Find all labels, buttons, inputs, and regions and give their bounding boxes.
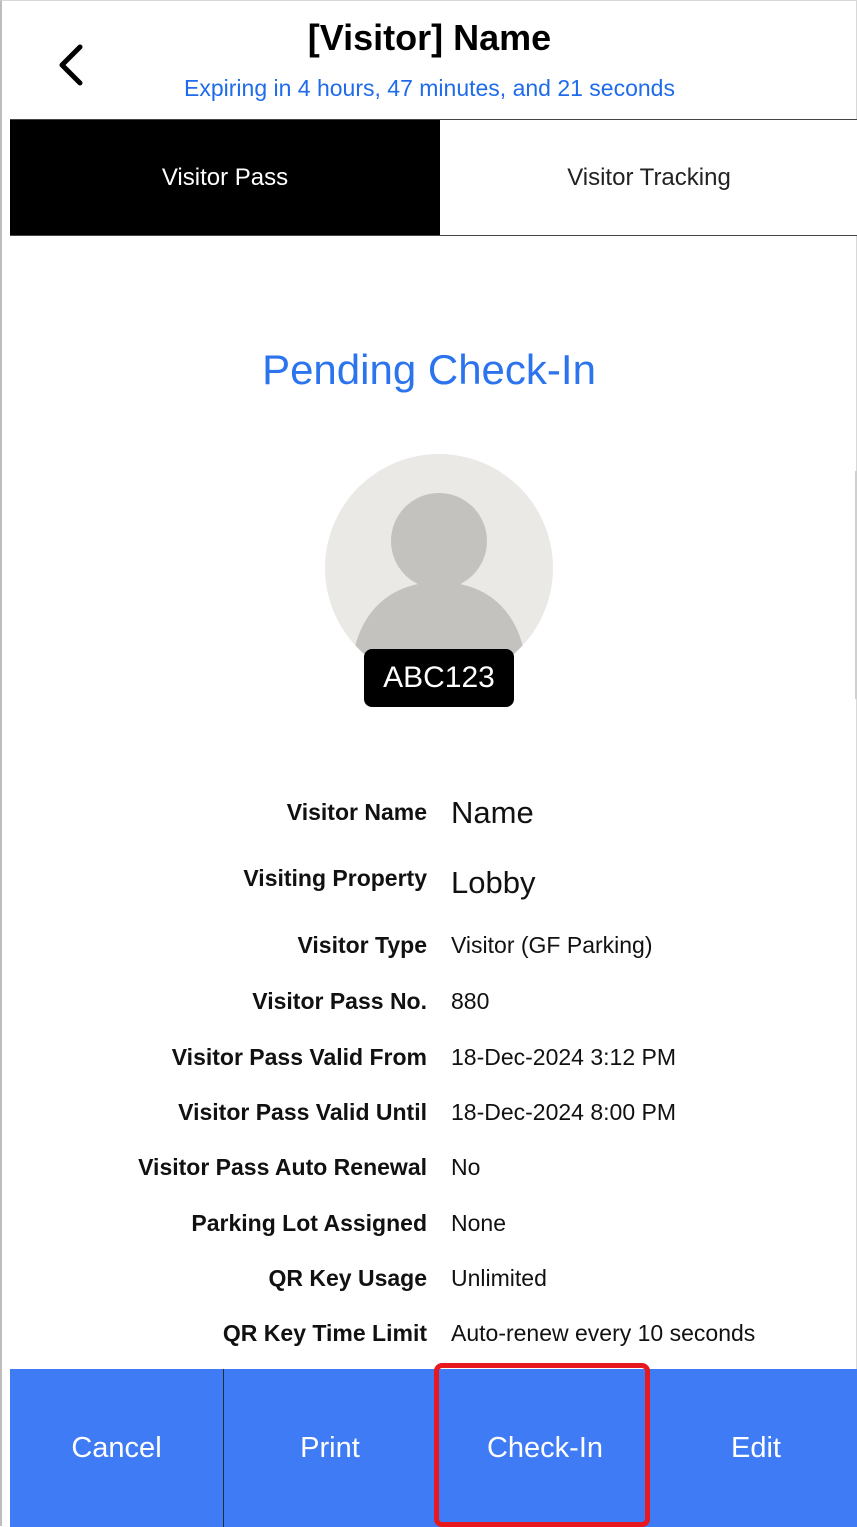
edit-button[interactable]: Edit xyxy=(654,1369,857,1527)
header: [Visitor] Name Expiring in 4 hours, 47 m… xyxy=(2,1,857,119)
detail-label: Visitor Pass Auto Renewal xyxy=(138,1154,427,1180)
status-heading: Pending Check-In xyxy=(262,346,596,393)
expiry-countdown: Expiring in 4 hours, 47 minutes, and 21 … xyxy=(184,75,675,101)
detail-value: Auto-renew every 10 seconds xyxy=(451,1320,756,1346)
avatar xyxy=(325,454,553,682)
app-frame: [Visitor] Name Expiring in 4 hours, 47 m… xyxy=(0,0,857,1527)
detail-value: 18-Dec-2024 3:12 PM xyxy=(451,1044,677,1070)
detail-value: 18-Dec-2024 8:00 PM xyxy=(451,1099,677,1125)
detail-label: Visiting Property xyxy=(243,865,427,891)
detail-label: QR Key Time Limit xyxy=(222,1320,427,1346)
tab-bar: Visitor Pass Visitor Tracking xyxy=(10,119,857,236)
detail-label: Visitor Name xyxy=(286,799,427,825)
detail-label: Parking Lot Assigned xyxy=(191,1210,427,1236)
detail-label: Visitor Pass Valid Until xyxy=(178,1099,427,1125)
page-title: [Visitor] Name xyxy=(307,17,552,58)
detail-label: Visitor Pass Valid From xyxy=(171,1044,427,1070)
license-plate-badge: ABC123 xyxy=(364,649,514,707)
detail-value: Visitor (GF Parking) xyxy=(451,932,653,958)
detail-value: None xyxy=(451,1210,506,1236)
check-in-button[interactable]: Check-In xyxy=(436,1369,654,1527)
detail-label: QR Key Usage xyxy=(268,1265,427,1291)
detail-value: Name xyxy=(451,795,534,830)
detail-label: Visitor Type xyxy=(297,932,427,958)
cancel-button[interactable]: Cancel xyxy=(10,1369,224,1527)
detail-value: 880 xyxy=(451,988,490,1014)
tab-visitor-pass[interactable]: Visitor Pass xyxy=(10,120,440,235)
person-placeholder-icon xyxy=(351,493,527,682)
detail-label: Visitor Pass No. xyxy=(252,988,427,1014)
detail-value: Lobby xyxy=(451,865,536,900)
detail-value: No xyxy=(451,1154,481,1180)
tab-visitor-tracking[interactable]: Visitor Tracking xyxy=(440,120,857,235)
print-button[interactable]: Print xyxy=(224,1369,436,1527)
action-bar: Cancel Print Check-In Edit xyxy=(10,1369,857,1527)
detail-value: Unlimited xyxy=(451,1265,547,1291)
